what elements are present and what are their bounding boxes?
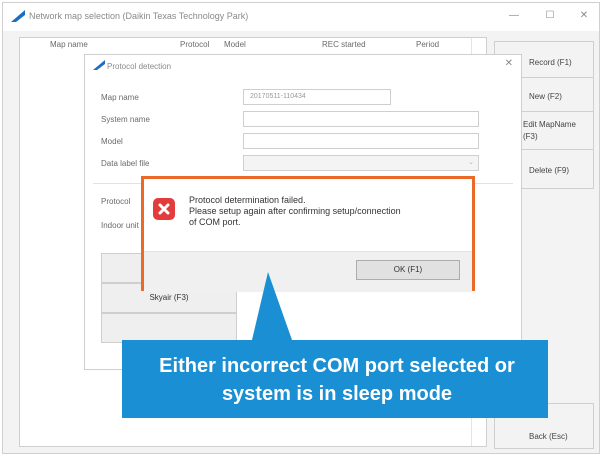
callout-text-line2: system is in sleep mode (221, 383, 453, 405)
callout-text-line1: Either incorrect COM port selected or (159, 355, 515, 377)
callout-text: Either incorrect COM port selected or sy… (132, 352, 542, 408)
